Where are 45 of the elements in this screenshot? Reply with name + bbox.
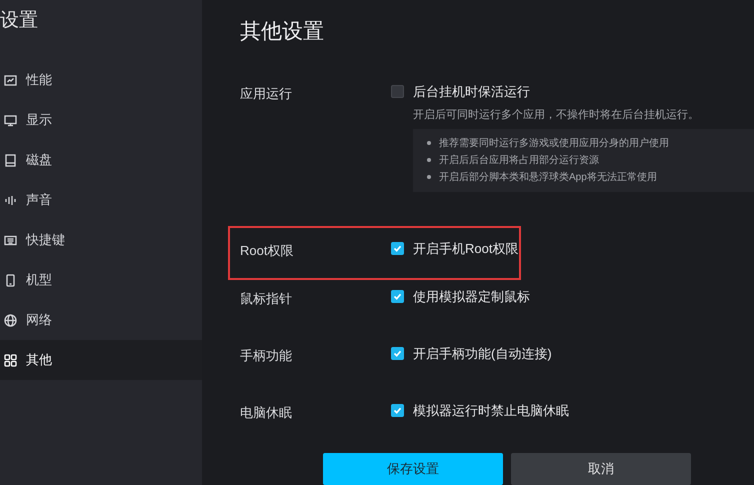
globe-icon <box>4 314 17 326</box>
setting-label: 鼠标指针 <box>240 290 293 308</box>
sidebar-item[interactable]: 性能 <box>0 60 202 100</box>
setting-label: Root权限 <box>240 242 294 260</box>
bullet-icon <box>427 158 431 162</box>
checkbox-label: 开启手机Root权限 <box>413 240 518 258</box>
checkbox-label: 使用模拟器定制鼠标 <box>413 288 530 306</box>
check-icon <box>393 349 402 358</box>
check-icon <box>393 292 402 302</box>
sidebar-item[interactable]: 机型 <box>0 260 202 300</box>
phone-icon <box>4 274 17 286</box>
sidebar-item[interactable]: 快捷键 <box>0 220 202 260</box>
note-text: 推荐需要同时运行多游戏或使用应用分身的用户使用 <box>439 136 669 151</box>
grid-icon <box>4 354 17 366</box>
check-icon <box>393 244 402 253</box>
checkbox-label: 模拟器运行时禁止电脑休眠 <box>413 402 569 420</box>
sidebar-title: 设置 <box>0 9 39 33</box>
checkbox[interactable] <box>391 404 404 418</box>
bullet-icon <box>427 141 431 146</box>
checkbox[interactable] <box>391 347 404 360</box>
checkbox[interactable] <box>391 242 404 255</box>
checkbox[interactable] <box>391 84 404 98</box>
checkbox-label: 开启手柄功能(自动连接) <box>413 345 552 364</box>
save-button[interactable]: 保存设置 <box>323 453 503 485</box>
monitor-icon <box>4 114 17 126</box>
note-text: 开启后后台应用将占用部分运行资源 <box>439 154 599 168</box>
chart-icon <box>4 74 17 86</box>
setting-label: 手柄功能 <box>240 347 293 366</box>
sound-wave-icon <box>4 194 17 206</box>
sidebar-item[interactable]: 声音 <box>0 180 202 220</box>
checkbox-label: 后台挂机时保活运行 <box>413 82 530 101</box>
sidebar-item[interactable]: 显示 <box>0 100 202 140</box>
cancel-button[interactable]: 取消 <box>511 453 691 485</box>
setting-label: 电脑休眠 <box>240 404 293 422</box>
note-text: 开启后部分脚本类和悬浮球类App将无法正常使用 <box>439 170 657 185</box>
description-text: 开启后可同时运行多个应用，不操作时将在后台挂机运行。 <box>413 108 700 124</box>
sidebar-item[interactable]: 其他 <box>0 340 202 380</box>
page-title: 其他设置 <box>239 19 325 45</box>
setting-label: 应用运行 <box>240 84 293 103</box>
bullet-icon <box>427 175 431 180</box>
checkbox[interactable] <box>391 290 404 304</box>
sidebar-item[interactable]: 网络 <box>0 300 202 340</box>
keyboard-icon <box>4 234 17 246</box>
check-icon <box>393 406 402 416</box>
sidebar-item[interactable]: 磁盘 <box>0 140 202 180</box>
